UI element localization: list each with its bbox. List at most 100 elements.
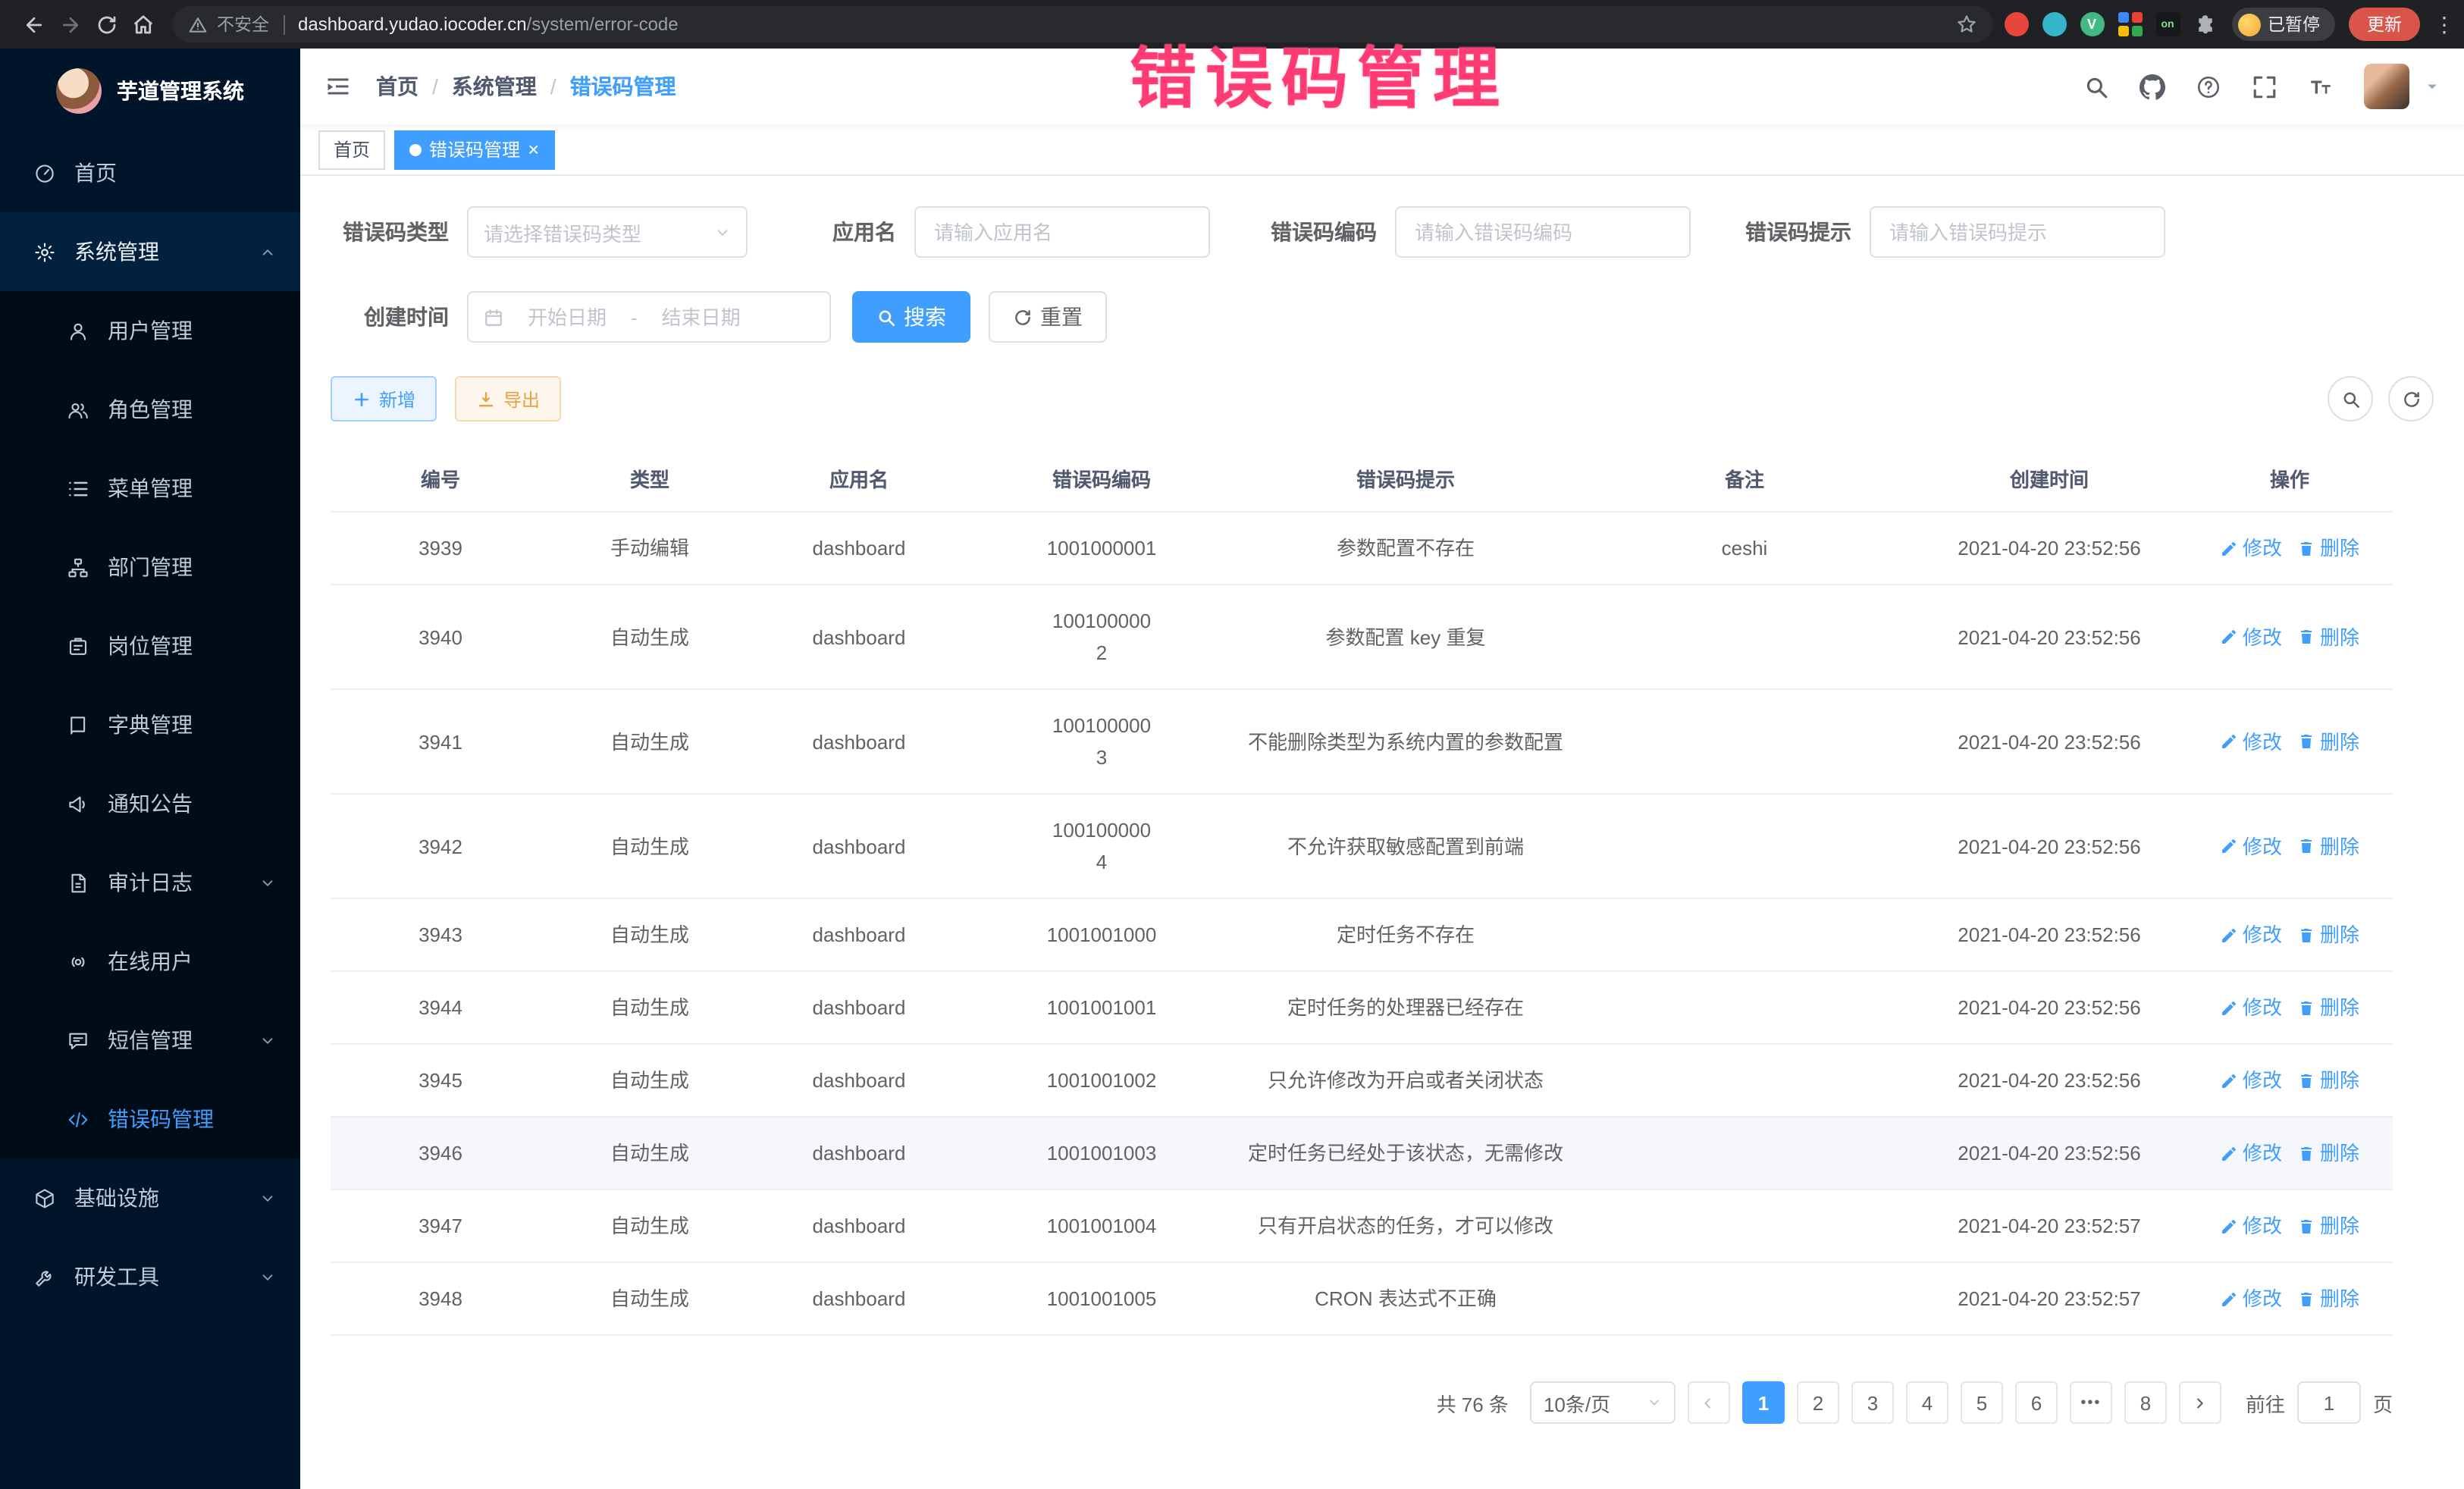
tag-error-code[interactable]: 错误码管理 bbox=[394, 130, 554, 169]
back-icon[interactable] bbox=[15, 6, 52, 42]
page-button-2[interactable]: 2 bbox=[1797, 1381, 1839, 1424]
app-name-input[interactable] bbox=[914, 206, 1210, 258]
chrome-menu-icon[interactable] bbox=[2434, 11, 2449, 37]
cell-type: 自动生成 bbox=[550, 899, 749, 972]
edit-link[interactable]: 修改 bbox=[2220, 992, 2282, 1023]
error-type-select[interactable]: 请选择错误码类型 bbox=[467, 206, 748, 258]
edit-link[interactable]: 修改 bbox=[2220, 1283, 2282, 1315]
sidebar-item-error-code[interactable]: 错误码管理 bbox=[0, 1080, 300, 1158]
tag-close-icon[interactable] bbox=[528, 139, 539, 159]
export-button[interactable]: 导出 bbox=[455, 376, 561, 422]
app-logo[interactable]: 芋道管理系统 bbox=[0, 49, 300, 133]
page-button-3[interactable]: 3 bbox=[1851, 1381, 1894, 1424]
forward-icon[interactable] bbox=[52, 6, 88, 42]
fullscreen-icon[interactable] bbox=[2252, 74, 2277, 99]
page-size-select[interactable]: 10条/页 bbox=[1530, 1381, 1676, 1424]
sidebar-toggle-icon[interactable] bbox=[324, 73, 352, 100]
page-button-6[interactable]: 6 bbox=[2015, 1381, 2058, 1424]
end-date-input[interactable] bbox=[645, 306, 757, 328]
extensions-puzzle-icon[interactable] bbox=[2193, 12, 2218, 36]
caret-down-icon[interactable] bbox=[2425, 79, 2440, 94]
edit-link[interactable]: 修改 bbox=[2220, 919, 2282, 951]
next-page-button[interactable] bbox=[2179, 1381, 2221, 1424]
reset-button[interactable]: 重置 bbox=[989, 291, 1107, 343]
sidebar-item-online-users[interactable]: 在线用户 bbox=[0, 922, 300, 1001]
tags-view: 首页 错误码管理 bbox=[300, 124, 2464, 176]
add-button[interactable]: 新增 bbox=[331, 376, 437, 422]
help-icon[interactable] bbox=[2196, 74, 2221, 99]
search-button[interactable]: 搜索 bbox=[852, 291, 970, 343]
start-date-input[interactable] bbox=[511, 306, 623, 328]
profile-chip[interactable]: 已暂停 bbox=[2231, 8, 2335, 41]
trash-icon bbox=[2297, 628, 2315, 646]
col-header-msg: 错误码提示 bbox=[1234, 446, 1577, 513]
edit-link[interactable]: 修改 bbox=[2220, 830, 2282, 862]
update-button[interactable]: 更新 bbox=[2349, 8, 2420, 41]
toggle-search-button[interactable] bbox=[2328, 376, 2373, 422]
page-button-1[interactable]: 1 bbox=[1742, 1381, 1785, 1424]
error-msg-input[interactable] bbox=[1870, 206, 2165, 258]
sidebar-item-notices[interactable]: 通知公告 bbox=[0, 764, 300, 843]
tag-home[interactable]: 首页 bbox=[318, 130, 385, 169]
edit-link[interactable]: 修改 bbox=[2220, 621, 2282, 653]
page-button-8[interactable]: 8 bbox=[2124, 1381, 2167, 1424]
breadcrumb-system[interactable]: 系统管理 bbox=[452, 71, 537, 102]
page-content: 错误码类型 请选择错误码类型 应用名 错误码编码 错误码提示 创建时间 bbox=[300, 176, 2464, 1489]
delete-link[interactable]: 删除 bbox=[2297, 1283, 2359, 1315]
edit-link[interactable]: 修改 bbox=[2220, 1137, 2282, 1169]
cell-code: 100100000 4 bbox=[969, 795, 1234, 899]
page-more-button[interactable]: ••• bbox=[2070, 1381, 2112, 1424]
sidebar-item-home[interactable]: 首页 bbox=[0, 133, 300, 212]
search-icon[interactable] bbox=[2083, 74, 2109, 99]
error-code-input[interactable] bbox=[1395, 206, 1691, 258]
sidebar-item-menus[interactable]: 菜单管理 bbox=[0, 449, 300, 528]
edit-link[interactable]: 修改 bbox=[2220, 532, 2282, 564]
github-icon[interactable] bbox=[2140, 74, 2165, 99]
bookmark-star-icon[interactable] bbox=[1955, 14, 1977, 35]
sidebar-item-dictionary[interactable]: 字典管理 bbox=[0, 685, 300, 764]
delete-link[interactable]: 删除 bbox=[2297, 726, 2359, 757]
adblock-on-icon[interactable] bbox=[2155, 12, 2180, 36]
document-icon bbox=[67, 871, 89, 894]
navbar-actions bbox=[2083, 64, 2440, 109]
reload-icon[interactable] bbox=[88, 6, 124, 42]
cell-msg: 定时任务已经处于该状态，无需修改 bbox=[1234, 1118, 1577, 1190]
sidebar-item-sms[interactable]: 短信管理 bbox=[0, 1001, 300, 1080]
address-bar[interactable]: 不安全 dashboard.yudao.iocoder.cn/system/er… bbox=[173, 6, 1992, 42]
delete-link[interactable]: 删除 bbox=[2297, 830, 2359, 862]
extension-teal-icon[interactable] bbox=[2042, 12, 2066, 36]
edit-link[interactable]: 修改 bbox=[2220, 1064, 2282, 1096]
extension-grid-icon[interactable] bbox=[2118, 12, 2142, 36]
breadcrumb-home[interactable]: 首页 bbox=[376, 71, 419, 102]
delete-link[interactable]: 删除 bbox=[2297, 992, 2359, 1023]
sidebar-item-infrastructure[interactable]: 基础设施 bbox=[0, 1158, 300, 1237]
user-avatar[interactable] bbox=[2364, 64, 2409, 109]
sidebar-item-audit-log[interactable]: 审计日志 bbox=[0, 843, 300, 922]
home-icon[interactable] bbox=[124, 6, 161, 42]
date-range-picker[interactable]: - bbox=[467, 291, 831, 343]
table-row: 3945 自动生成 dashboard 1001001002 只允许修改为开启或… bbox=[331, 1045, 2393, 1118]
sidebar-item-posts[interactable]: 岗位管理 bbox=[0, 607, 300, 685]
delete-link[interactable]: 删除 bbox=[2297, 532, 2359, 564]
sidebar-item-departments[interactable]: 部门管理 bbox=[0, 528, 300, 607]
users-icon bbox=[67, 398, 89, 421]
prev-page-button[interactable] bbox=[1688, 1381, 1730, 1424]
delete-link[interactable]: 删除 bbox=[2297, 1137, 2359, 1169]
vue-devtools-icon[interactable] bbox=[2080, 12, 2104, 36]
extension-red-icon[interactable] bbox=[2004, 12, 2028, 36]
sidebar-item-system[interactable]: 系统管理 bbox=[0, 212, 300, 291]
delete-link[interactable]: 删除 bbox=[2297, 1064, 2359, 1096]
sidebar-item-users[interactable]: 用户管理 bbox=[0, 291, 300, 370]
edit-link[interactable]: 修改 bbox=[2220, 726, 2282, 757]
goto-page-input[interactable] bbox=[2297, 1381, 2361, 1424]
page-button-4[interactable]: 4 bbox=[1906, 1381, 1948, 1424]
font-size-icon[interactable] bbox=[2308, 74, 2334, 99]
delete-link[interactable]: 删除 bbox=[2297, 919, 2359, 951]
page-button-5[interactable]: 5 bbox=[1961, 1381, 2003, 1424]
edit-link[interactable]: 修改 bbox=[2220, 1210, 2282, 1242]
delete-link[interactable]: 删除 bbox=[2297, 1210, 2359, 1242]
sidebar-item-dev-tools[interactable]: 研发工具 bbox=[0, 1237, 300, 1316]
delete-link[interactable]: 删除 bbox=[2297, 621, 2359, 653]
refresh-table-button[interactable] bbox=[2388, 376, 2434, 422]
sidebar-item-roles[interactable]: 角色管理 bbox=[0, 370, 300, 449]
